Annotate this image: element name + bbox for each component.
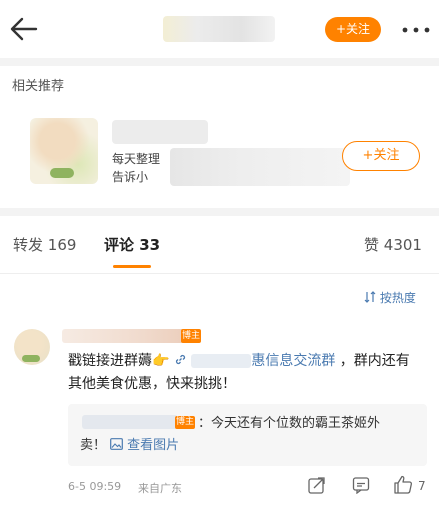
link-icon (175, 354, 185, 365)
comment-icon[interactable] (352, 476, 370, 494)
sort-icon (364, 291, 376, 303)
sort-toggle[interactable]: 按热度 (364, 289, 416, 306)
tab-label: 赞 (364, 236, 380, 254)
commenter-name-blurred[interactable] (62, 329, 184, 343)
blogger-badge: 博主 (181, 329, 201, 343)
recommend-name-blurred[interactable] (112, 120, 208, 144)
recommend-avatar[interactable] (30, 118, 98, 184)
separator (0, 58, 439, 66)
recommend-desc-line2: 告诉小 (112, 170, 149, 184)
share-icon[interactable] (308, 476, 326, 494)
reply-box[interactable]: 博主 ：今天还有个位数的霸王茶姬外 卖！ 查看图片 (68, 404, 427, 466)
tab-forward[interactable]: 转发 169 (13, 234, 76, 255)
tab-likes[interactable]: 赞 4301 (364, 234, 422, 255)
thumbs-up-icon[interactable] (393, 475, 413, 494)
separator (0, 208, 439, 216)
comment-text-prefix: 戳链接进群薅 (68, 353, 152, 369)
tab-count: 33 (139, 236, 161, 254)
reply-text-line2: 卖！ (80, 438, 107, 453)
view-image-link[interactable]: 查看图片 (110, 435, 179, 457)
back-arrow-icon[interactable] (8, 14, 40, 44)
reply-text: ：今天还有个位数的霸王茶姬外 (198, 416, 381, 431)
commenter-avatar[interactable] (14, 329, 50, 365)
group-link-suffix: 惠信息交流群 (251, 353, 336, 369)
group-link[interactable]: 惠信息交流群 (174, 353, 340, 369)
tab-label: 转发 (13, 236, 44, 254)
reply-name-blurred[interactable] (82, 415, 178, 429)
active-tab-indicator (113, 265, 151, 268)
sort-toggle-label: 按热度 (379, 291, 416, 305)
top-bar: +关注 (0, 0, 439, 58)
tab-count: 169 (47, 236, 77, 254)
view-image-label: 查看图片 (127, 438, 180, 453)
tab-label: 评论 (104, 236, 135, 254)
reply-blogger-badge: 博主 (175, 416, 195, 429)
title-blurred (163, 16, 275, 42)
like-count: 7 (418, 479, 426, 493)
comment-text: 戳链接进群薅👉 惠信息交流群 ，群内还有其他美食优惠，快来挑挑！ (68, 350, 420, 396)
comment-location: 来自广东 (138, 482, 182, 495)
more-dots-icon[interactable] (401, 26, 431, 34)
comment-time: 6-5 09:59 (68, 480, 122, 493)
follow-button[interactable]: +关注 (325, 17, 381, 42)
image-icon (110, 438, 123, 450)
recommend-section-title: 相关推荐 (12, 79, 65, 94)
recommend-desc-blurred (170, 148, 350, 186)
recommend-desc-line1: 每天整理 (112, 152, 161, 166)
tab-comments[interactable]: 评论 33 (104, 234, 160, 255)
tab-count: 4301 (383, 236, 422, 254)
point-emoji-icon: 👉 (152, 353, 170, 369)
recommend-follow-button[interactable]: +关注 (342, 141, 420, 171)
group-link-blurred (191, 354, 252, 368)
tab-bar: 转发 169 评论 33 赞 4301 (0, 216, 439, 274)
